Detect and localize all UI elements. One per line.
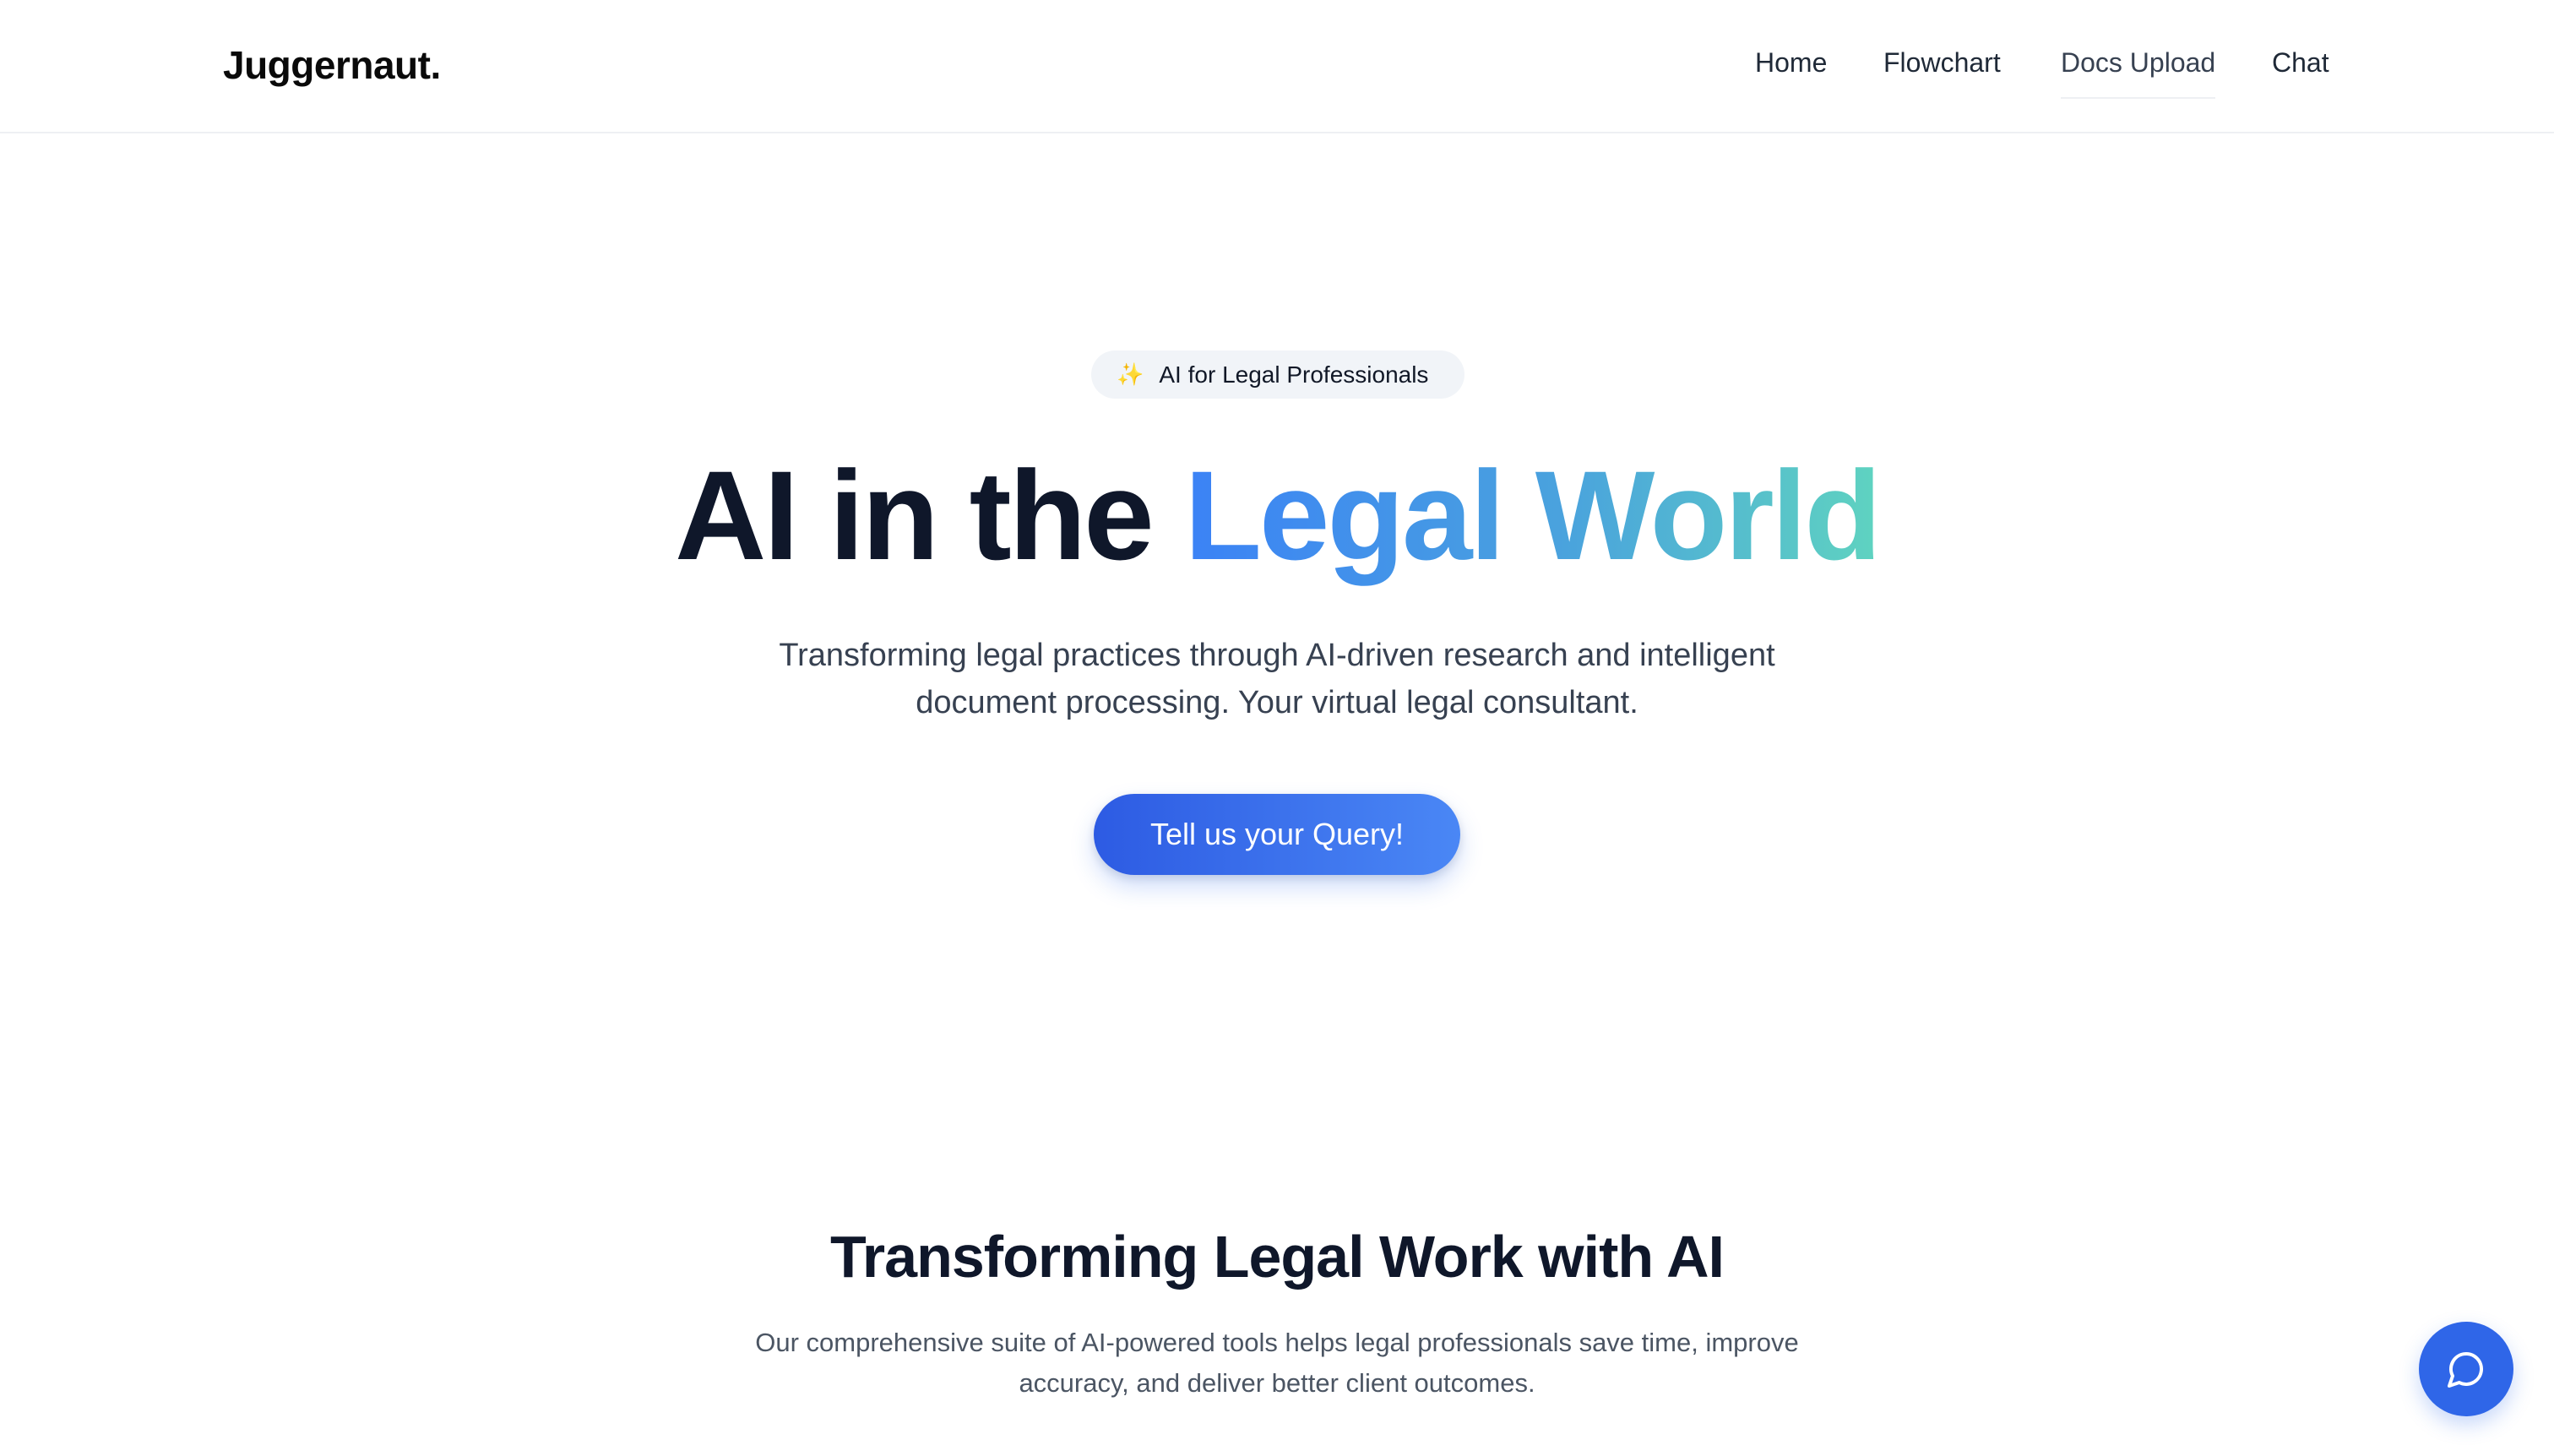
hero-title: AI in the Legal World	[0, 446, 2554, 585]
badge-label: AI for Legal Professionals	[1159, 361, 1429, 388]
nav-docs-upload-link[interactable]: Docs Upload	[2061, 47, 2216, 99]
nav-chat-link[interactable]: Chat	[2272, 47, 2329, 79]
features-description: Our comprehensive suite of AI-powered to…	[755, 1328, 1799, 1398]
top-navbar: Juggernaut. Home Flowchart Docs Upload C…	[0, 0, 2554, 133]
hero-badge: ✨ AI for Legal Professionals	[1091, 350, 1464, 399]
features-title: Transforming Legal Work with AI	[830, 1224, 1725, 1290]
hero-title-highlight: Legal World	[1184, 444, 1882, 586]
sparkles-icon: ✨	[1117, 361, 1144, 387]
hero-title-plain: AI in the	[675, 444, 1155, 586]
query-cta-button[interactable]: Tell us your Query!	[1094, 794, 1460, 875]
nav-flowchart-link[interactable]: Flowchart	[1883, 47, 2001, 79]
brand-logo[interactable]: Juggernaut.	[223, 42, 441, 88]
nav-home-link[interactable]: Home	[1755, 47, 1827, 79]
hero-subtitle: Transforming legal practices through AI-…	[779, 638, 1775, 720]
chat-widget-button[interactable]	[2419, 1322, 2513, 1416]
chat-bubble-icon	[2448, 1352, 2483, 1388]
